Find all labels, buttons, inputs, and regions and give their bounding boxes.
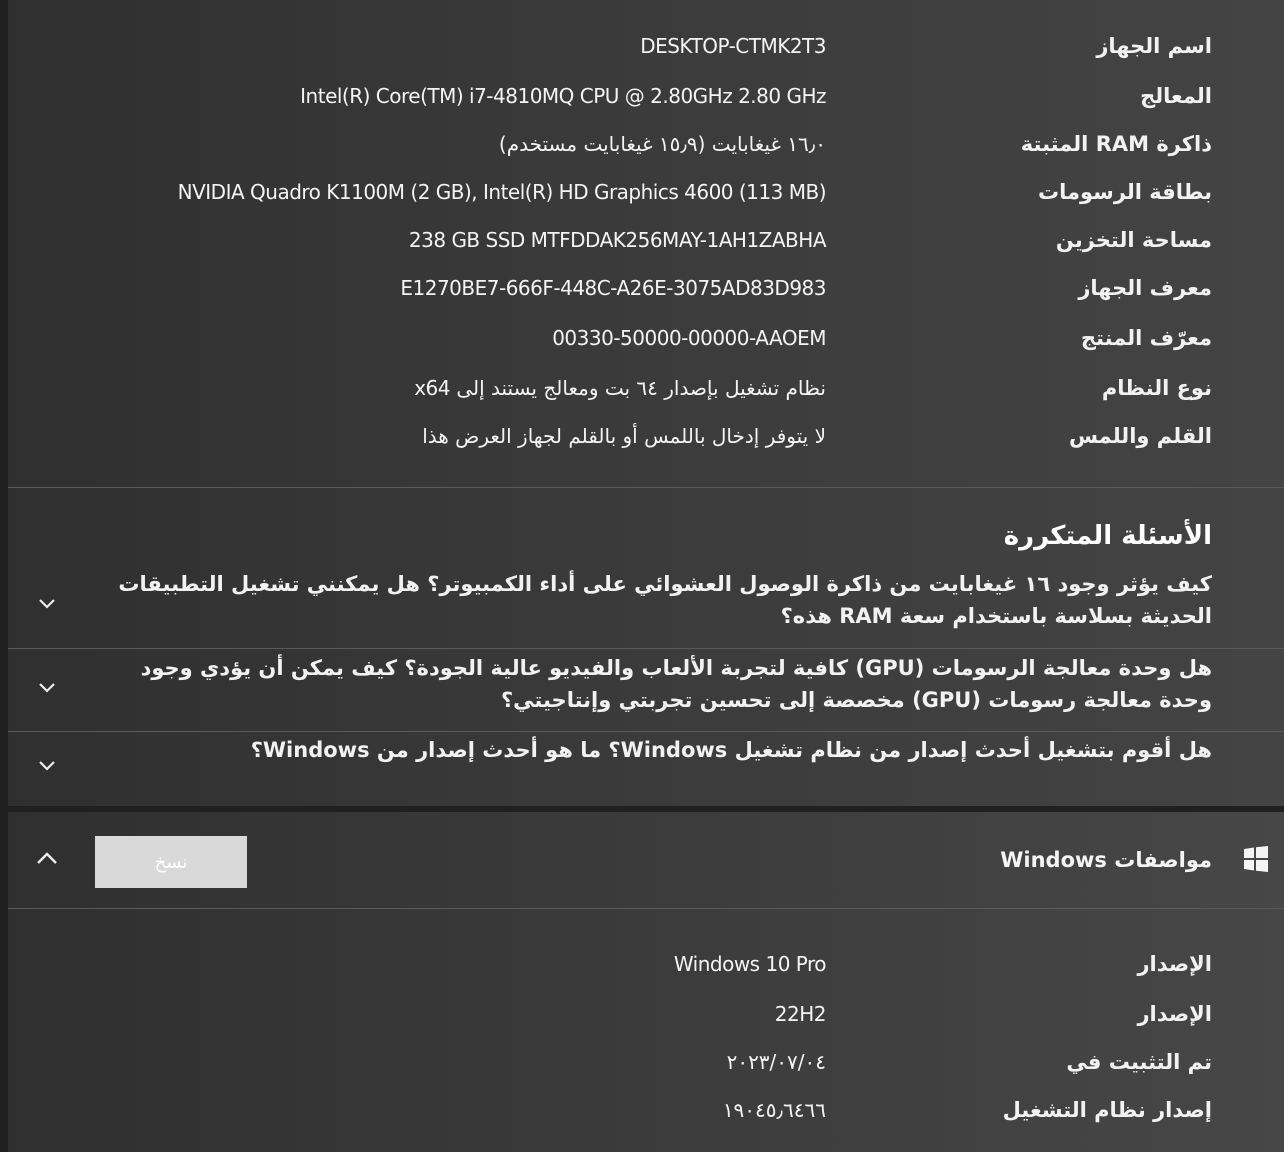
faq-item[interactable]: هل أقوم بتشغيل أحدث إصدار من نظام تشغيل … bbox=[8, 734, 1284, 794]
spec-value[interactable]: Intel(R) Core(TM) i7-4810MQ CPU @ 2.80GH… bbox=[66, 74, 826, 118]
spec-label: إصدار نظام التشغيل bbox=[1002, 1098, 1212, 1122]
chevron-down-icon[interactable] bbox=[32, 592, 62, 622]
faq-heading: الأسئلة المتكررة bbox=[1003, 521, 1212, 551]
spec-label: بطاقة الرسومات bbox=[1038, 180, 1212, 204]
spec-row-graphics: بطاقة الرسومات NVIDIA Quadro K1100M (2 G… bbox=[8, 170, 1284, 214]
spec-label: ذاكرة RAM المثبتة bbox=[1020, 132, 1212, 156]
spec-row-storage: مساحة التخزين 238 GB SSD MTFDDAK256MAY-1… bbox=[8, 218, 1284, 262]
chevron-down-icon[interactable] bbox=[32, 754, 62, 784]
spec-label: الإصدار bbox=[1137, 952, 1212, 976]
spec-row-pen-touch: القلم واللمس لا يتوفر إدخال باللمس أو با… bbox=[8, 414, 1284, 458]
spec-label: المعالج bbox=[1140, 84, 1212, 108]
spec-label: القلم واللمس bbox=[1068, 424, 1212, 448]
windows-specs-title: مواصفات Windows bbox=[1000, 848, 1212, 872]
spec-label: نوع النظام bbox=[1101, 376, 1212, 400]
spec-row-product-id: معرّف المنتج 00330-50000-00000-AAOEM bbox=[8, 316, 1284, 360]
spec-row-system-type: نوع النظام نظام تشغيل بإصدار ٦٤ بت ومعال… bbox=[8, 366, 1284, 410]
spec-value[interactable]: 22H2 bbox=[66, 992, 827, 1036]
windows-specs-panel: مواصفات Windows نسخ الإصدار Windows 10 P… bbox=[8, 812, 1284, 1152]
spec-value[interactable]: Windows 10 Pro bbox=[66, 942, 827, 986]
spec-label: معرف الجهاز bbox=[1078, 276, 1212, 300]
spec-row-version: الإصدار 22H2 bbox=[8, 992, 1284, 1036]
faq-question[interactable]: كيف يؤثر وجود ١٦ غيغابايت من ذاكرة الوصو… bbox=[90, 568, 1212, 632]
chevron-down-icon[interactable] bbox=[32, 676, 62, 706]
spec-label: تم التثبيت في bbox=[1066, 1050, 1212, 1074]
spec-value[interactable]: نظام تشغيل بإصدار ٦٤ بت ومعالج يستند إلى… bbox=[66, 366, 826, 410]
device-specs-panel: اسم الجهاز DESKTOP-CTMK2T3 المعالج Intel… bbox=[8, 0, 1284, 806]
spec-row-ram: ذاكرة RAM المثبتة ١٦٫٠ غيغابايت (١٥٫٩ غي… bbox=[8, 122, 1284, 166]
spec-row-device-id: معرف الجهاز E1270BE7-666F-448C-A26E-3075… bbox=[8, 266, 1284, 310]
divider bbox=[8, 648, 1284, 649]
windows-specs-header[interactable]: مواصفات Windows نسخ bbox=[8, 812, 1284, 908]
spec-value[interactable]: ١٦٫٠ غيغابايت (١٥٫٩ غيغابايت مستخدم) bbox=[66, 122, 827, 166]
divider bbox=[8, 487, 1284, 488]
spec-label: الإصدار bbox=[1137, 1002, 1212, 1026]
spec-label: مساحة التخزين bbox=[1055, 228, 1212, 252]
faq-item[interactable]: هل وحدة معالجة الرسومات (GPU) كافية لتجر… bbox=[8, 652, 1284, 726]
chevron-up-icon[interactable] bbox=[32, 844, 62, 874]
spec-value[interactable]: E1270BE7-666F-448C-A26E-3075AD83D983 bbox=[66, 266, 826, 310]
spec-row-edition: الإصدار Windows 10 Pro bbox=[8, 942, 1284, 986]
windows-logo-icon bbox=[1242, 846, 1270, 872]
spec-value[interactable]: لا يتوفر إدخال باللمس أو بالقلم لجهاز ال… bbox=[66, 414, 826, 458]
faq-question[interactable]: هل أقوم بتشغيل أحدث إصدار من نظام تشغيل … bbox=[90, 734, 1212, 766]
spec-value[interactable]: 00330-50000-00000-AAOEM bbox=[66, 316, 826, 360]
divider bbox=[8, 908, 1284, 909]
spec-row-installed-on: تم التثبيت في ٢٠٢٣/٠٧/٠٤ bbox=[8, 1040, 1284, 1084]
faq-question[interactable]: هل وحدة معالجة الرسومات (GPU) كافية لتجر… bbox=[90, 652, 1212, 716]
spec-value[interactable]: NVIDIA Quadro K1100M (2 GB), Intel(R) HD… bbox=[66, 170, 827, 214]
divider bbox=[8, 731, 1284, 732]
spec-label: اسم الجهاز bbox=[1096, 34, 1212, 58]
faq-item[interactable]: كيف يؤثر وجود ١٦ غيغابايت من ذاكرة الوصو… bbox=[8, 568, 1284, 640]
spec-row-processor: المعالج Intel(R) Core(TM) i7-4810MQ CPU … bbox=[8, 74, 1284, 118]
spec-value[interactable]: DESKTOP-CTMK2T3 bbox=[66, 24, 826, 68]
settings-screen: اسم الجهاز DESKTOP-CTMK2T3 المعالج Intel… bbox=[0, 0, 1284, 1152]
copy-button[interactable]: نسخ bbox=[95, 836, 247, 888]
spec-row-os-build: إصدار نظام التشغيل ١٩٠٤٥٫٦٤٦٦ bbox=[8, 1088, 1284, 1132]
spec-value[interactable]: ٢٠٢٣/٠٧/٠٤ bbox=[66, 1040, 827, 1084]
spec-value[interactable]: 238 GB SSD MTFDDAK256MAY-1AH1ZABHA bbox=[66, 218, 827, 262]
spec-label: معرّف المنتج bbox=[1080, 326, 1212, 350]
spec-value[interactable]: ١٩٠٤٥٫٦٤٦٦ bbox=[66, 1088, 827, 1132]
spec-row-device-name: اسم الجهاز DESKTOP-CTMK2T3 bbox=[8, 24, 1284, 68]
